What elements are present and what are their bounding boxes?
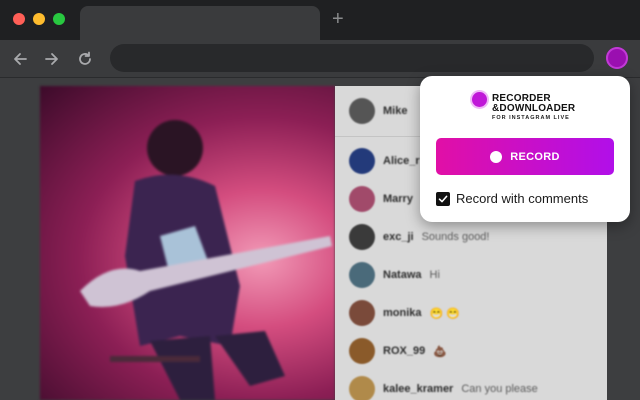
- comment-user: exc_ji: [383, 231, 414, 243]
- list-item: Natawa Hi: [349, 262, 440, 288]
- logo-icon: [472, 92, 487, 107]
- list-item: Marry: [349, 186, 421, 212]
- checkmark-icon: [438, 195, 448, 202]
- record-with-comments-option[interactable]: Record with comments: [436, 191, 588, 206]
- record-with-comments-checkbox[interactable]: [436, 191, 450, 206]
- maximize-window-button[interactable]: [53, 13, 65, 25]
- avatar: [349, 186, 375, 212]
- checkbox-label: Record with comments: [456, 191, 589, 206]
- comment-text: 💩: [433, 345, 447, 358]
- host-name: Mike: [383, 105, 408, 117]
- comment-user: monika: [383, 307, 422, 319]
- comment-text: Hi: [429, 269, 440, 281]
- browser-tab-bar: +: [0, 0, 640, 40]
- list-item: Alice_r: [349, 148, 428, 174]
- list-item: exc_ji Sounds good!: [349, 224, 489, 250]
- comment-text: 😁 😁: [429, 307, 460, 320]
- plus-icon[interactable]: +: [332, 9, 344, 29]
- comment-text: Can you please: [461, 383, 538, 395]
- comment-user: Alice_r: [383, 155, 420, 167]
- list-item: ROX_99 💩: [349, 338, 447, 364]
- record-dot-icon: [490, 150, 503, 163]
- comment-text: Sounds good!: [421, 231, 490, 243]
- logo: RECORDER &DOWNLOADER FOR INSTAGRAM LIVE: [492, 94, 612, 122]
- logo-line-2: &DOWNLOADER: [492, 103, 576, 114]
- guitarist-silhouette: [80, 120, 332, 400]
- list-item: monika 😁 😁: [349, 300, 460, 326]
- comment-user: kalee_kramer: [383, 383, 454, 395]
- comment-user: Natawa: [383, 269, 422, 281]
- back-arrow-icon[interactable]: [10, 49, 30, 69]
- avatar: [349, 338, 375, 364]
- avatar: [349, 300, 375, 326]
- live-video: [40, 86, 335, 400]
- minimize-window-button[interactable]: [33, 13, 45, 25]
- avatar: [349, 262, 375, 288]
- record-button-label: RECORD: [510, 150, 560, 163]
- reload-icon[interactable]: [75, 49, 95, 69]
- extension-icon[interactable]: [606, 47, 628, 69]
- browser-toolbar: [0, 40, 640, 78]
- close-window-button[interactable]: [13, 13, 25, 25]
- avatar: [349, 98, 375, 124]
- extension-popup: RECORDER &DOWNLOADER FOR INSTAGRAM LIVE …: [420, 76, 630, 222]
- avatar: [349, 224, 375, 250]
- forward-arrow-icon[interactable]: [42, 49, 62, 69]
- browser-tab[interactable]: [80, 6, 320, 40]
- logo-subtitle: FOR INSTAGRAM LIVE: [492, 115, 570, 121]
- avatar: [349, 148, 375, 174]
- record-button[interactable]: RECORD: [436, 138, 614, 175]
- host-row: Mike: [349, 98, 407, 124]
- address-bar[interactable]: [110, 44, 594, 72]
- comment-user: Marry: [383, 193, 413, 205]
- list-item: kalee_kramer Can you please: [349, 376, 538, 400]
- comment-user: ROX_99: [383, 345, 426, 357]
- avatar: [349, 376, 375, 400]
